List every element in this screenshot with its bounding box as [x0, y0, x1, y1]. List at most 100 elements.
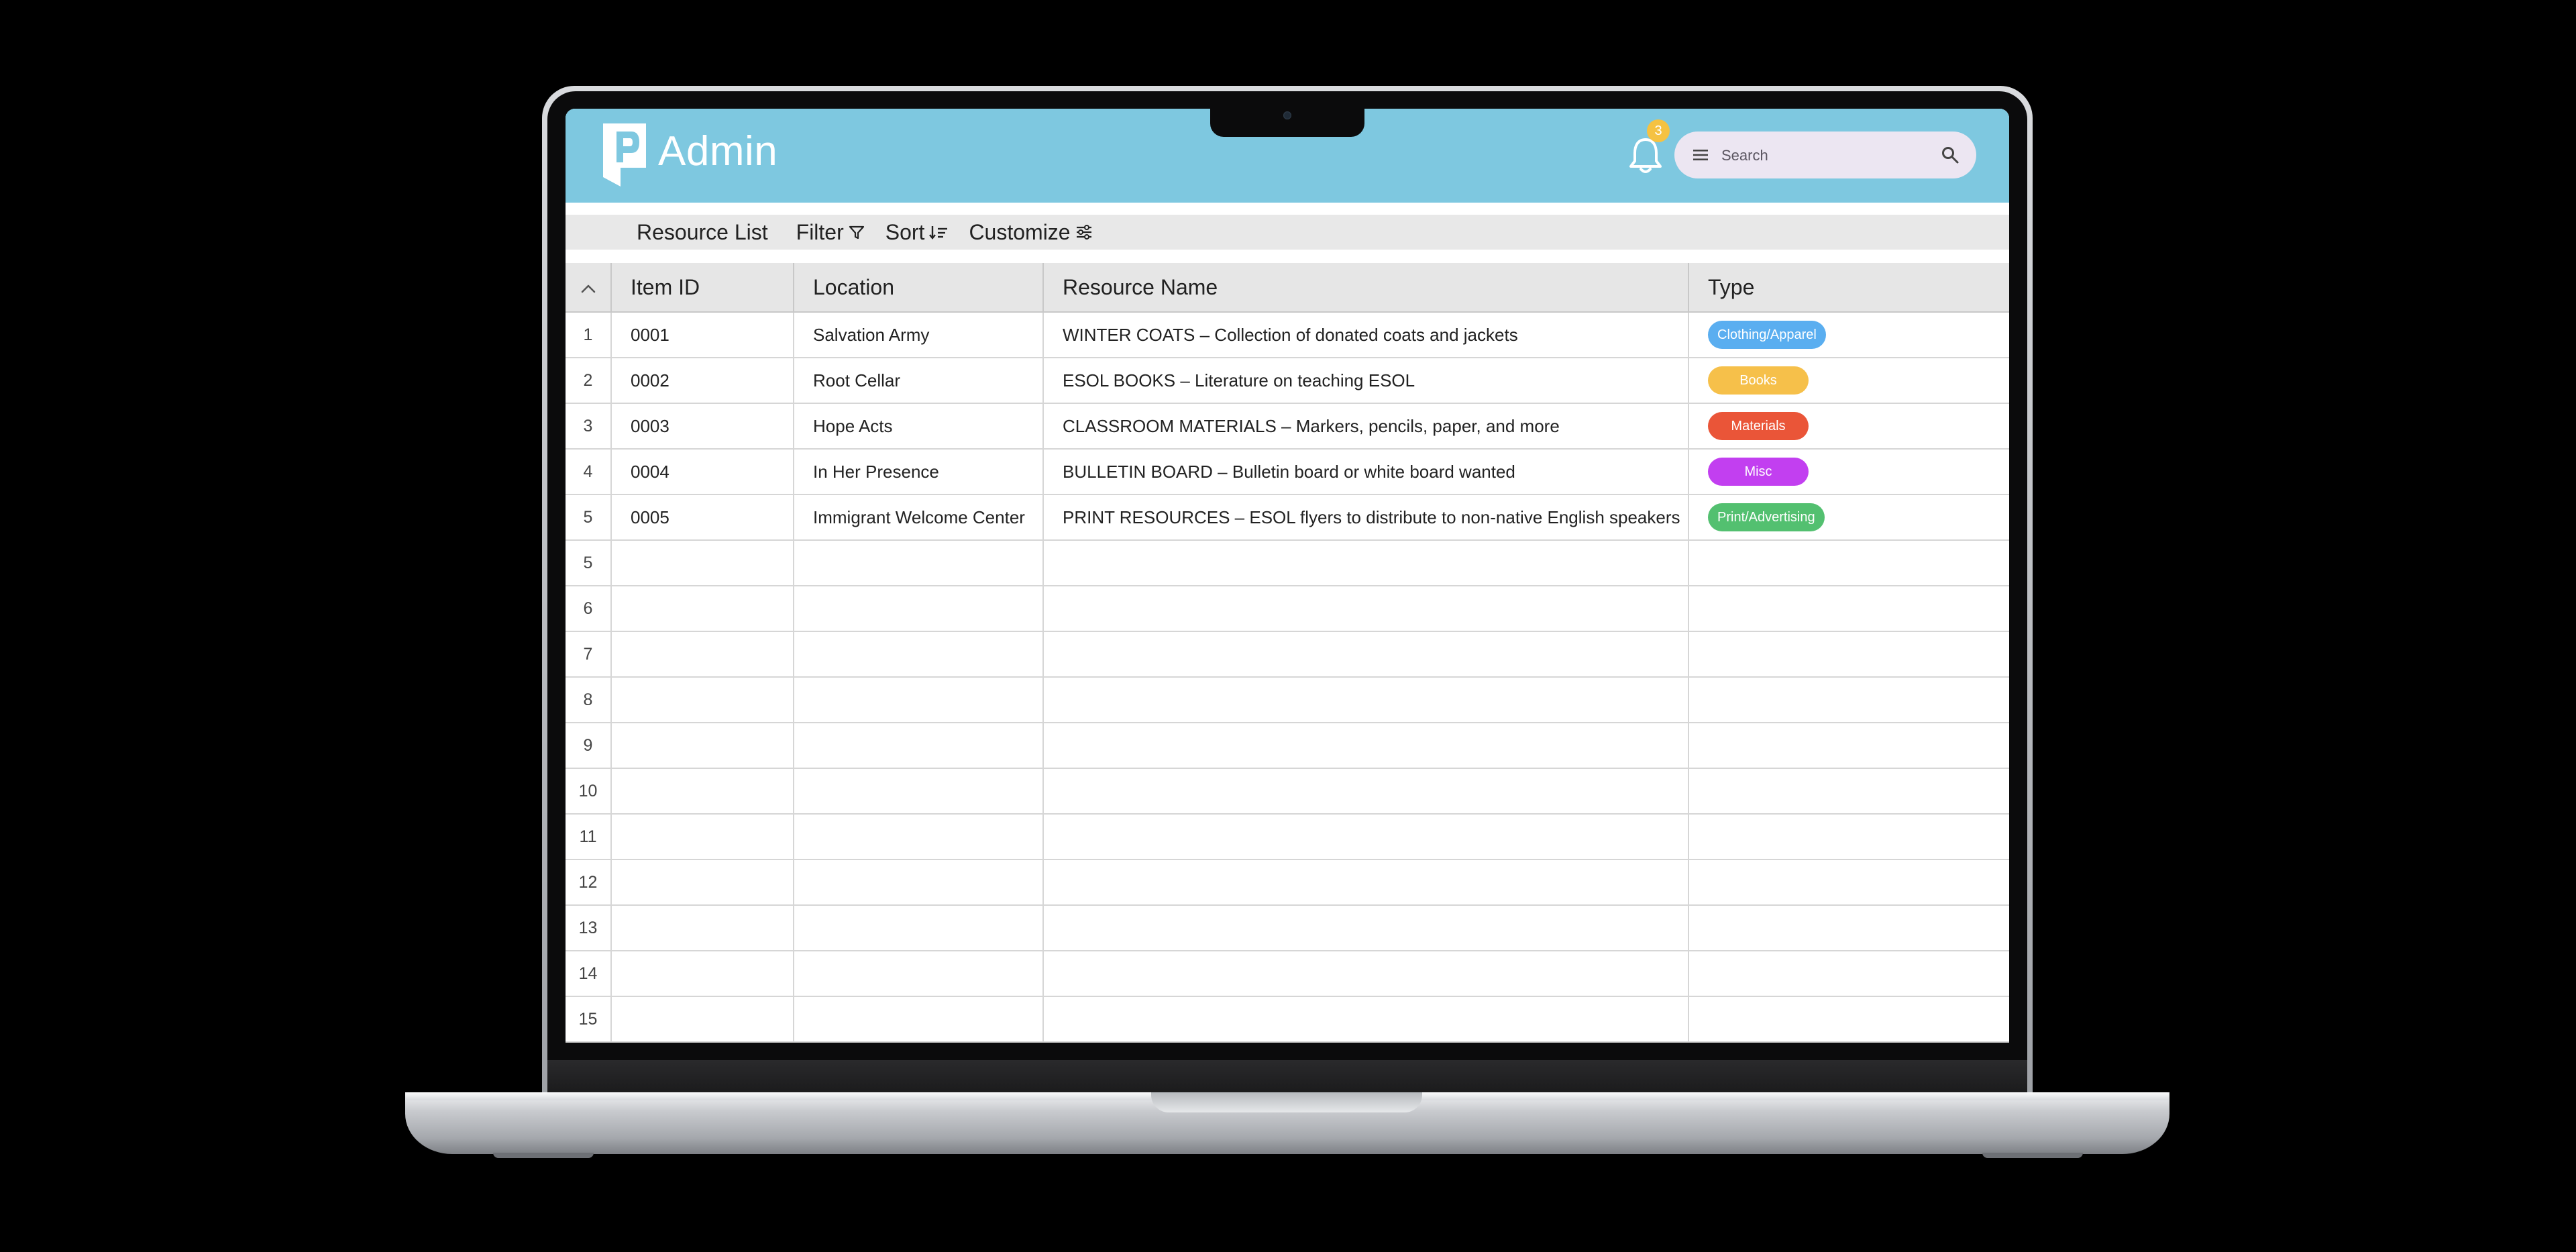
- empty-cell[interactable]: [611, 631, 794, 678]
- empty-cell[interactable]: [794, 586, 1044, 632]
- empty-table-row[interactable]: 9: [566, 723, 2009, 769]
- resource-name-cell: WINTER COATS – Collection of donated coa…: [1043, 312, 1689, 358]
- empty-cell[interactable]: [611, 540, 794, 586]
- empty-cell[interactable]: [1688, 586, 2009, 632]
- location-cell: In Her Presence: [794, 449, 1044, 495]
- empty-cell[interactable]: [1043, 814, 1689, 860]
- type-cell: Books: [1688, 358, 2009, 404]
- empty-cell[interactable]: [1688, 996, 2009, 1043]
- empty-cell[interactable]: [1688, 905, 2009, 951]
- filter-button[interactable]: Filter: [796, 220, 865, 245]
- empty-cell[interactable]: [611, 723, 794, 769]
- empty-table-row[interactable]: 14: [566, 951, 2009, 997]
- empty-cell[interactable]: [794, 631, 1044, 678]
- type-badge[interactable]: Clothing/Apparel: [1708, 321, 1826, 349]
- empty-cell[interactable]: [1043, 859, 1689, 906]
- search-icon[interactable]: [1940, 145, 1960, 165]
- laptop-chin: [547, 1060, 2027, 1095]
- empty-cell[interactable]: [1688, 677, 2009, 723]
- empty-cell[interactable]: [611, 996, 794, 1043]
- empty-cell[interactable]: [1043, 677, 1689, 723]
- empty-table-row[interactable]: 7: [566, 631, 2009, 678]
- empty-cell[interactable]: [1043, 586, 1689, 632]
- search-bar[interactable]: [1674, 132, 1976, 178]
- empty-table-row[interactable]: 11: [566, 814, 2009, 860]
- empty-cell[interactable]: [1043, 768, 1689, 815]
- empty-cell[interactable]: [611, 586, 794, 632]
- row-index: 1: [566, 312, 612, 358]
- app-title: Admin: [658, 128, 778, 174]
- empty-table-row[interactable]: 5: [566, 540, 2009, 586]
- type-badge[interactable]: Misc: [1708, 458, 1809, 486]
- column-header-item-id[interactable]: Item ID: [611, 263, 794, 313]
- empty-cell[interactable]: [794, 723, 1044, 769]
- empty-cell[interactable]: [1688, 951, 2009, 997]
- select-all-toggle[interactable]: [566, 263, 612, 313]
- empty-cell[interactable]: [794, 814, 1044, 860]
- empty-table-row[interactable]: 6: [566, 586, 2009, 632]
- row-index: 7: [566, 631, 612, 678]
- empty-cell[interactable]: [1688, 768, 2009, 815]
- customize-button[interactable]: Customize: [969, 220, 1093, 245]
- empty-table-row[interactable]: 8: [566, 677, 2009, 723]
- search-input[interactable]: [1720, 141, 1924, 170]
- column-header-location[interactable]: Location: [794, 263, 1044, 313]
- table-row[interactable]: 2 0002 Root Cellar ESOL BOOKS – Literature …: [566, 358, 2009, 404]
- item-id-cell: 0005: [611, 494, 794, 541]
- empty-cell[interactable]: [611, 859, 794, 906]
- type-cell: Clothing/Apparel: [1688, 312, 2009, 358]
- empty-cell[interactable]: [1043, 996, 1689, 1043]
- logo-icon[interactable]: [600, 121, 649, 189]
- empty-cell[interactable]: [794, 540, 1044, 586]
- column-header-resource-name[interactable]: Resource Name: [1043, 263, 1689, 313]
- sort-button[interactable]: Sort: [885, 220, 949, 245]
- empty-cell[interactable]: [794, 677, 1044, 723]
- empty-cell[interactable]: [1043, 631, 1689, 678]
- empty-cell[interactable]: [1688, 540, 2009, 586]
- table-row[interactable]: 5 0005 Immigrant Welcome Center PRINT RESOU…: [566, 494, 2009, 541]
- empty-cell[interactable]: [611, 677, 794, 723]
- table-row[interactable]: 3 0003 Hope Acts CLASSROOM MATERIALS – Mark…: [566, 403, 2009, 450]
- empty-table-row[interactable]: 13: [566, 905, 2009, 951]
- filter-icon: [849, 225, 864, 240]
- table-row[interactable]: 1 0001 Salvation Army WINTER COATS – Collec…: [566, 312, 2009, 358]
- type-badge[interactable]: Books: [1708, 366, 1809, 395]
- chevron-up-icon: [581, 284, 595, 293]
- type-badge[interactable]: Materials: [1708, 412, 1809, 440]
- empty-cell[interactable]: [611, 814, 794, 860]
- row-index: 5: [566, 540, 612, 586]
- table-body: 1 0001 Salvation Army WINTER COATS – Collec…: [566, 312, 2009, 1043]
- row-index: 3: [566, 403, 612, 450]
- empty-cell[interactable]: [1043, 723, 1689, 769]
- app-screen: Admin 3 Resource Lis: [566, 109, 2009, 1043]
- resource-list-tab[interactable]: Resource List: [637, 220, 768, 245]
- empty-cell[interactable]: [1043, 905, 1689, 951]
- empty-cell[interactable]: [1043, 540, 1689, 586]
- empty-cell[interactable]: [1688, 814, 2009, 860]
- table-row[interactable]: 4 0004 In Her Presence BULLETIN BOARD – Bul…: [566, 449, 2009, 495]
- empty-cell[interactable]: [794, 996, 1044, 1043]
- column-header-type[interactable]: Type: [1688, 263, 2009, 313]
- empty-cell[interactable]: [794, 905, 1044, 951]
- empty-cell[interactable]: [794, 951, 1044, 997]
- empty-cell[interactable]: [1688, 723, 2009, 769]
- type-badge[interactable]: Print/Advertising: [1708, 503, 1825, 531]
- empty-cell[interactable]: [794, 768, 1044, 815]
- menu-icon[interactable]: [1690, 145, 1711, 165]
- empty-table-row[interactable]: 12: [566, 859, 2009, 906]
- empty-cell[interactable]: [1688, 631, 2009, 678]
- filter-label: Filter: [796, 219, 844, 244]
- empty-cell[interactable]: [611, 951, 794, 997]
- row-index: 9: [566, 723, 612, 769]
- empty-cell[interactable]: [1688, 859, 2009, 906]
- empty-cell[interactable]: [611, 905, 794, 951]
- empty-table-row[interactable]: 15: [566, 996, 2009, 1043]
- row-index: 4: [566, 449, 612, 495]
- empty-cell[interactable]: [1043, 951, 1689, 997]
- row-index: 11: [566, 814, 612, 860]
- row-index: 14: [566, 951, 612, 997]
- type-cell: Materials: [1688, 403, 2009, 450]
- empty-cell[interactable]: [794, 859, 1044, 906]
- empty-cell[interactable]: [611, 768, 794, 815]
- empty-table-row[interactable]: 10: [566, 768, 2009, 815]
